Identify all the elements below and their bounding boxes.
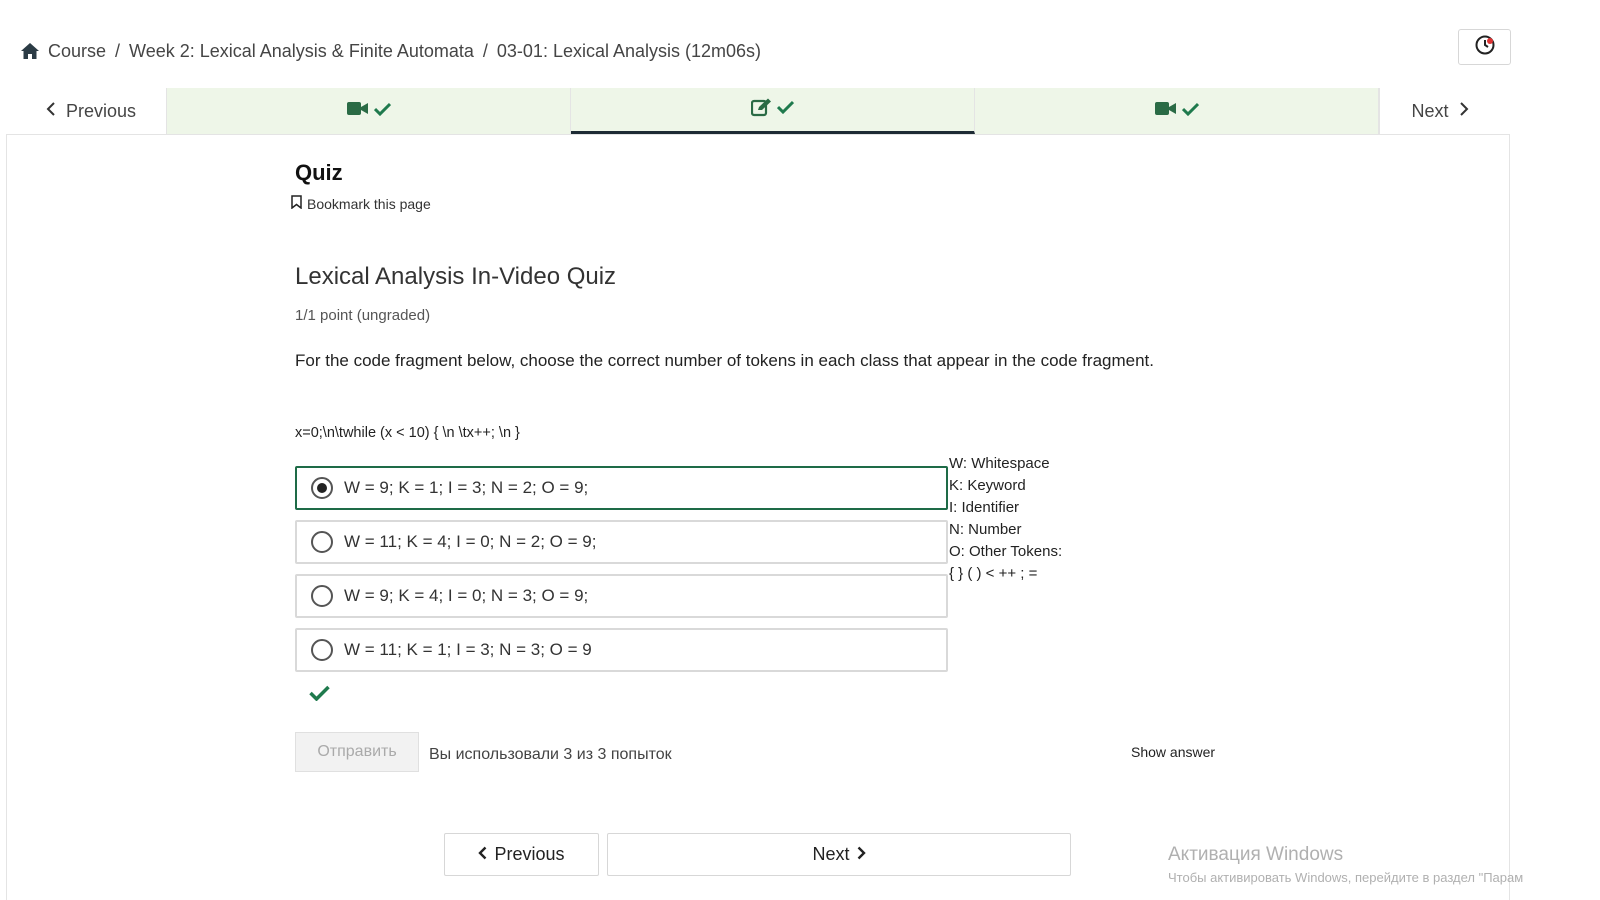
chevron-right-icon: [1459, 101, 1469, 121]
radio-selected-icon[interactable]: [311, 477, 333, 499]
problem-points: 1/1 point (ungraded): [295, 307, 431, 324]
show-answer-button[interactable]: Show answer: [1131, 744, 1215, 760]
breadcrumb-course-link[interactable]: Course: [48, 41, 106, 62]
notification-dot: [1487, 38, 1493, 44]
breadcrumb-separator: /: [115, 40, 121, 61]
clock-icon: [1474, 34, 1496, 61]
choice-label: W = 11; K = 1; I = 3; N = 3; O = 9: [344, 640, 592, 659]
sequence-previous-button[interactable]: Previous: [6, 88, 167, 134]
choice-label: W = 11; K = 4; I = 0; N = 2; O = 9;: [344, 532, 597, 551]
bookmark-button[interactable]: Bookmark this page: [291, 195, 431, 212]
code-fragment: x=0;\n\twhile (x < 10) { \n \tx++; \n }: [295, 425, 520, 441]
attempts-text: Вы использовали 3 из 3 попыток: [429, 746, 672, 763]
check-icon: [373, 102, 391, 121]
home-icon[interactable]: [20, 42, 40, 60]
legend-item: O: Other Tokens:: [949, 543, 1063, 560]
legend-item: N: Number: [949, 521, 1022, 538]
problem-question: For the code fragment below, choose the …: [295, 351, 1154, 370]
legend-item: W: Whitespace: [949, 455, 1050, 472]
bookmark-icon: [291, 195, 302, 212]
choice-option-2[interactable]: W = 11; K = 4; I = 0; N = 2; O = 9;: [295, 520, 948, 564]
breadcrumb-week-link[interactable]: Week 2: Lexical Analysis & Finite Automa…: [129, 41, 474, 62]
legend-item: { } ( ) < ++ ; =: [949, 565, 1038, 582]
bottom-previous-button[interactable]: Previous: [444, 833, 599, 876]
correct-check-icon: [309, 685, 330, 706]
video-icon: [346, 101, 369, 121]
unit-title: Quiz: [295, 160, 343, 185]
sequence-next-button[interactable]: Next: [1379, 88, 1510, 134]
submit-button[interactable]: Отправить: [295, 732, 419, 772]
video-icon: [1154, 101, 1177, 121]
windows-activation-watermark: Активация Windows Чтобы активировать Win…: [1168, 844, 1600, 885]
sequence-unit-problem[interactable]: [571, 88, 975, 134]
bottom-next-button[interactable]: Next: [607, 833, 1071, 876]
bottom-next-label: Next: [812, 844, 850, 864]
radio-empty-icon[interactable]: [311, 585, 333, 607]
bottom-previous-label: Previous: [494, 844, 565, 864]
chevron-left-icon: [46, 101, 56, 121]
watermark-subtitle: Чтобы активировать Windows, перейдите в …: [1168, 870, 1524, 885]
chevron-left-icon: [478, 844, 487, 865]
bookmark-label: Bookmark this page: [307, 195, 431, 212]
legend-item: K: Keyword: [949, 477, 1026, 494]
breadcrumb-separator: /: [482, 40, 488, 61]
sequence-next-label: Next: [1411, 100, 1449, 121]
choice-option-3[interactable]: W = 9; K = 4; I = 0; N = 3; O = 9;: [295, 574, 948, 618]
history-button[interactable]: [1458, 29, 1511, 65]
sequence-nav: Previous Next: [6, 88, 1510, 135]
chevron-right-icon: [857, 844, 866, 865]
sequence-unit-video-1[interactable]: [167, 88, 571, 134]
choice-option-1[interactable]: W = 9; K = 1; I = 3; N = 2; O = 9;: [295, 466, 948, 510]
radio-empty-icon[interactable]: [311, 531, 333, 553]
sequence-previous-label: Previous: [65, 100, 137, 121]
breadcrumb: Course / Week 2: Lexical Analysis & Fini…: [20, 38, 761, 64]
radio-empty-icon[interactable]: [311, 639, 333, 661]
breadcrumb-current: 03-01: Lexical Analysis (12m06s): [496, 40, 762, 61]
watermark-title: Активация Windows: [1168, 844, 1344, 865]
choice-option-4[interactable]: W = 11; K = 1; I = 3; N = 3; O = 9: [295, 628, 948, 672]
choice-label: W = 9; K = 4; I = 0; N = 3; O = 9;: [344, 586, 589, 605]
check-icon: [776, 100, 795, 119]
legend-item: I: Identifier: [949, 499, 1020, 516]
check-icon: [1181, 102, 1199, 121]
problem-title: Lexical Analysis In-Video Quiz: [295, 263, 617, 290]
sequence-unit-video-2[interactable]: [975, 88, 1379, 134]
choice-label: W = 9; K = 1; I = 3; N = 2; O = 9;: [344, 478, 589, 497]
edit-icon: [750, 98, 772, 122]
token-legend: W: Whitespace K: Keyword I: Identifier N…: [949, 453, 1062, 585]
